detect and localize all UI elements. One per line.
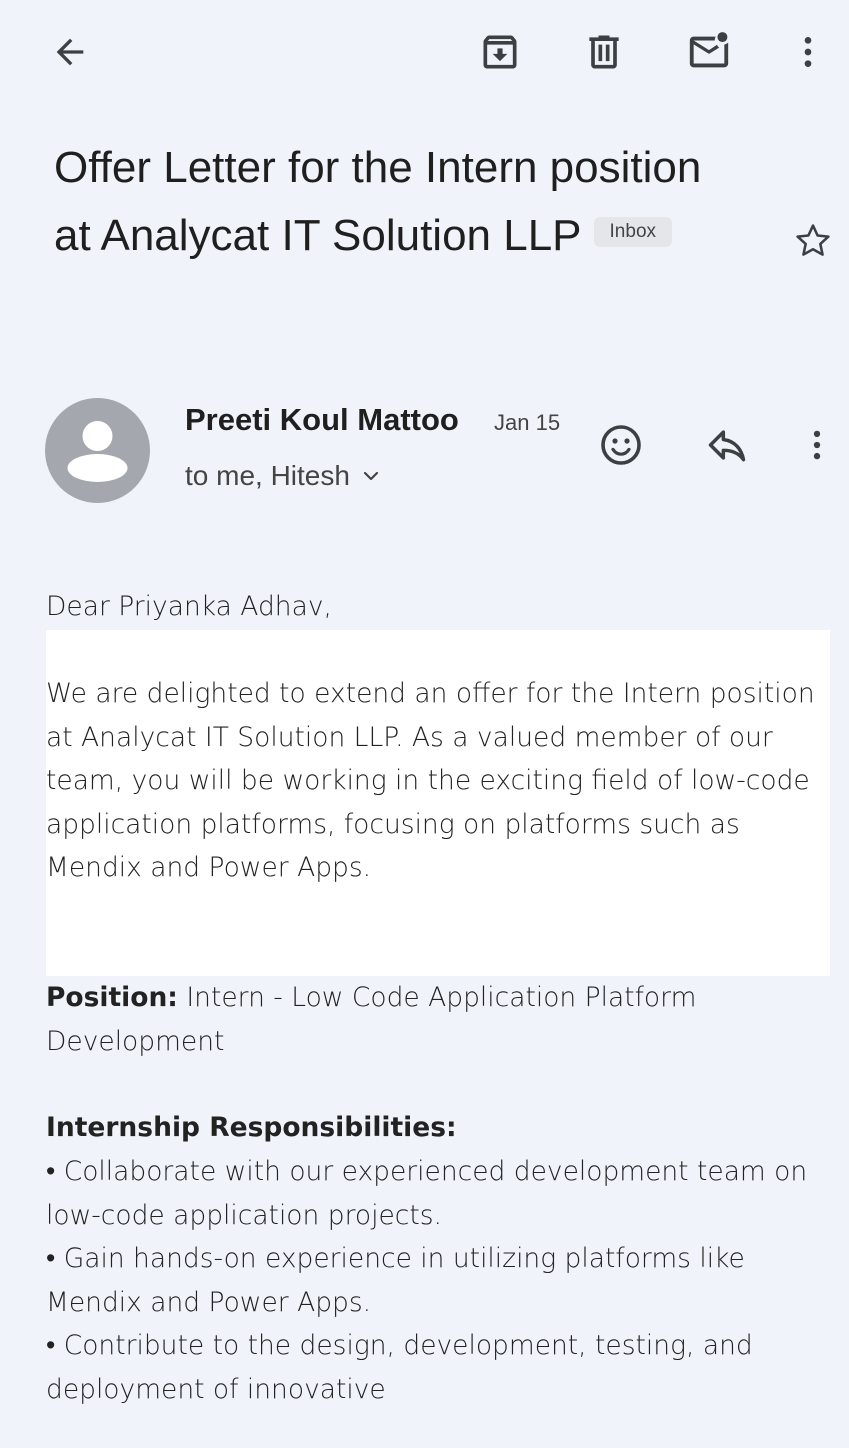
archive-icon[interactable] — [474, 26, 526, 78]
message-more-icon[interactable] — [798, 420, 836, 470]
position-label: Position: — [46, 982, 178, 1013]
top-toolbar — [0, 0, 849, 104]
inbox-label-chip[interactable]: Inbox — [593, 217, 673, 248]
avatar[interactable] — [45, 398, 150, 503]
add-reaction-icon[interactable] — [594, 418, 648, 472]
person-icon — [67, 421, 128, 482]
recipients-toggle[interactable]: to me, Hitesh — [185, 460, 380, 492]
back-arrow-icon[interactable] — [46, 28, 94, 76]
list-item: • Collaborate with our experienced devel… — [46, 1156, 808, 1231]
recipients-text: to me, Hitesh — [185, 460, 350, 491]
email-greeting: Dear Priyanka Adhav, — [46, 591, 332, 622]
list-item: • Contribute to the design, development,… — [46, 1330, 753, 1405]
email-intro-paragraph: We are delighted to extend an offer for … — [46, 678, 815, 883]
email-subject: Offer Letter for the Intern position at … — [54, 134, 734, 270]
chevron-down-icon — [363, 471, 379, 481]
delete-icon[interactable] — [578, 26, 630, 78]
responsibilities-list: • Collaborate with our experienced devel… — [46, 1150, 836, 1411]
mark-unread-icon[interactable] — [682, 26, 736, 78]
reply-icon[interactable] — [700, 420, 754, 470]
position-line: Position: Intern - Low Code Application … — [46, 976, 836, 1063]
more-vert-icon[interactable] — [788, 26, 828, 78]
list-item: • Gain hands-on experience in utilizing … — [46, 1243, 745, 1318]
responsibilities-heading: Internship Responsibilities: — [46, 1112, 457, 1143]
star-icon[interactable] — [790, 218, 836, 264]
email-date: Jan 15 — [494, 410, 561, 435]
sender-name: Preeti Koul Mattoo — [185, 402, 459, 437]
